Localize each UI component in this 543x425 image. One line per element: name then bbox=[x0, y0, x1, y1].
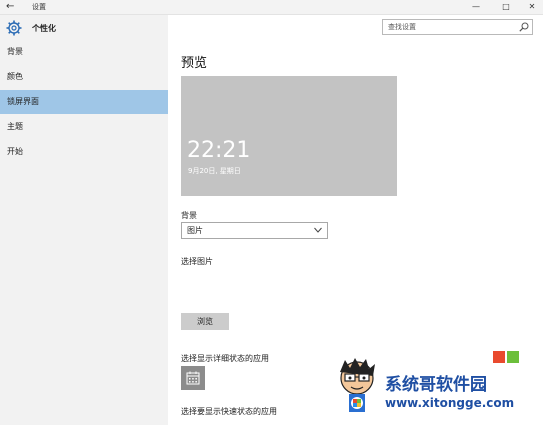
background-select[interactable]: 图片 bbox=[181, 222, 328, 239]
mascot-logo bbox=[340, 358, 375, 412]
sidebar-header[interactable]: 个性化 bbox=[6, 20, 166, 40]
chevron-down-icon bbox=[314, 227, 322, 233]
search-placeholder: 查找设置 bbox=[388, 23, 416, 31]
sidebar-item-lock-screen[interactable]: 锁屏界面 bbox=[0, 90, 168, 114]
back-button[interactable]: ← bbox=[6, 0, 14, 14]
close-button[interactable]: ✕ bbox=[522, 0, 542, 14]
browse-button[interactable]: 浏览 bbox=[181, 313, 229, 330]
page-title: 预览 bbox=[181, 56, 208, 71]
quick-status-label: 选择要显示快速状态的应用 bbox=[181, 407, 277, 416]
sidebar-item-colors[interactable]: 颜色 bbox=[0, 65, 168, 89]
windows-logo bbox=[493, 351, 519, 363]
search-icon[interactable] bbox=[519, 22, 529, 32]
background-label: 背景 bbox=[181, 211, 197, 220]
preview-date: 9月20日, 星期日 bbox=[188, 167, 241, 175]
search-input[interactable]: 查找设置 bbox=[382, 19, 533, 35]
title-bar: ← 设置 — □ ✕ bbox=[0, 0, 543, 15]
sidebar-item-start[interactable]: 开始 bbox=[0, 140, 168, 164]
choose-picture-label: 选择图片 bbox=[181, 257, 213, 266]
detailed-status-label: 选择显示详细状态的应用 bbox=[181, 354, 269, 363]
detailed-status-app-button[interactable] bbox=[181, 366, 205, 390]
watermark: 系统哥软件园 www.xitongge.com bbox=[335, 350, 543, 425]
sidebar-item-background[interactable]: 背景 bbox=[0, 40, 168, 64]
background-select-value: 图片 bbox=[187, 226, 203, 235]
gear-icon bbox=[6, 20, 22, 36]
calendar-icon bbox=[186, 371, 200, 385]
maximize-button[interactable]: □ bbox=[496, 0, 516, 14]
preview-time: 22:21 bbox=[187, 138, 251, 163]
sidebar-header-label: 个性化 bbox=[32, 24, 56, 33]
minimize-button[interactable]: — bbox=[466, 0, 486, 14]
window-title: 设置 bbox=[32, 3, 46, 11]
sidebar-item-themes[interactable]: 主题 bbox=[0, 115, 168, 139]
watermark-url: www.xitongge.com bbox=[385, 396, 515, 410]
lock-screen-preview: 22:21 9月20日, 星期日 bbox=[181, 76, 397, 196]
sidebar: 个性化 背景 颜色 锁屏界面 主题 开始 bbox=[0, 15, 168, 425]
watermark-title: 系统哥软件园 bbox=[385, 375, 487, 395]
